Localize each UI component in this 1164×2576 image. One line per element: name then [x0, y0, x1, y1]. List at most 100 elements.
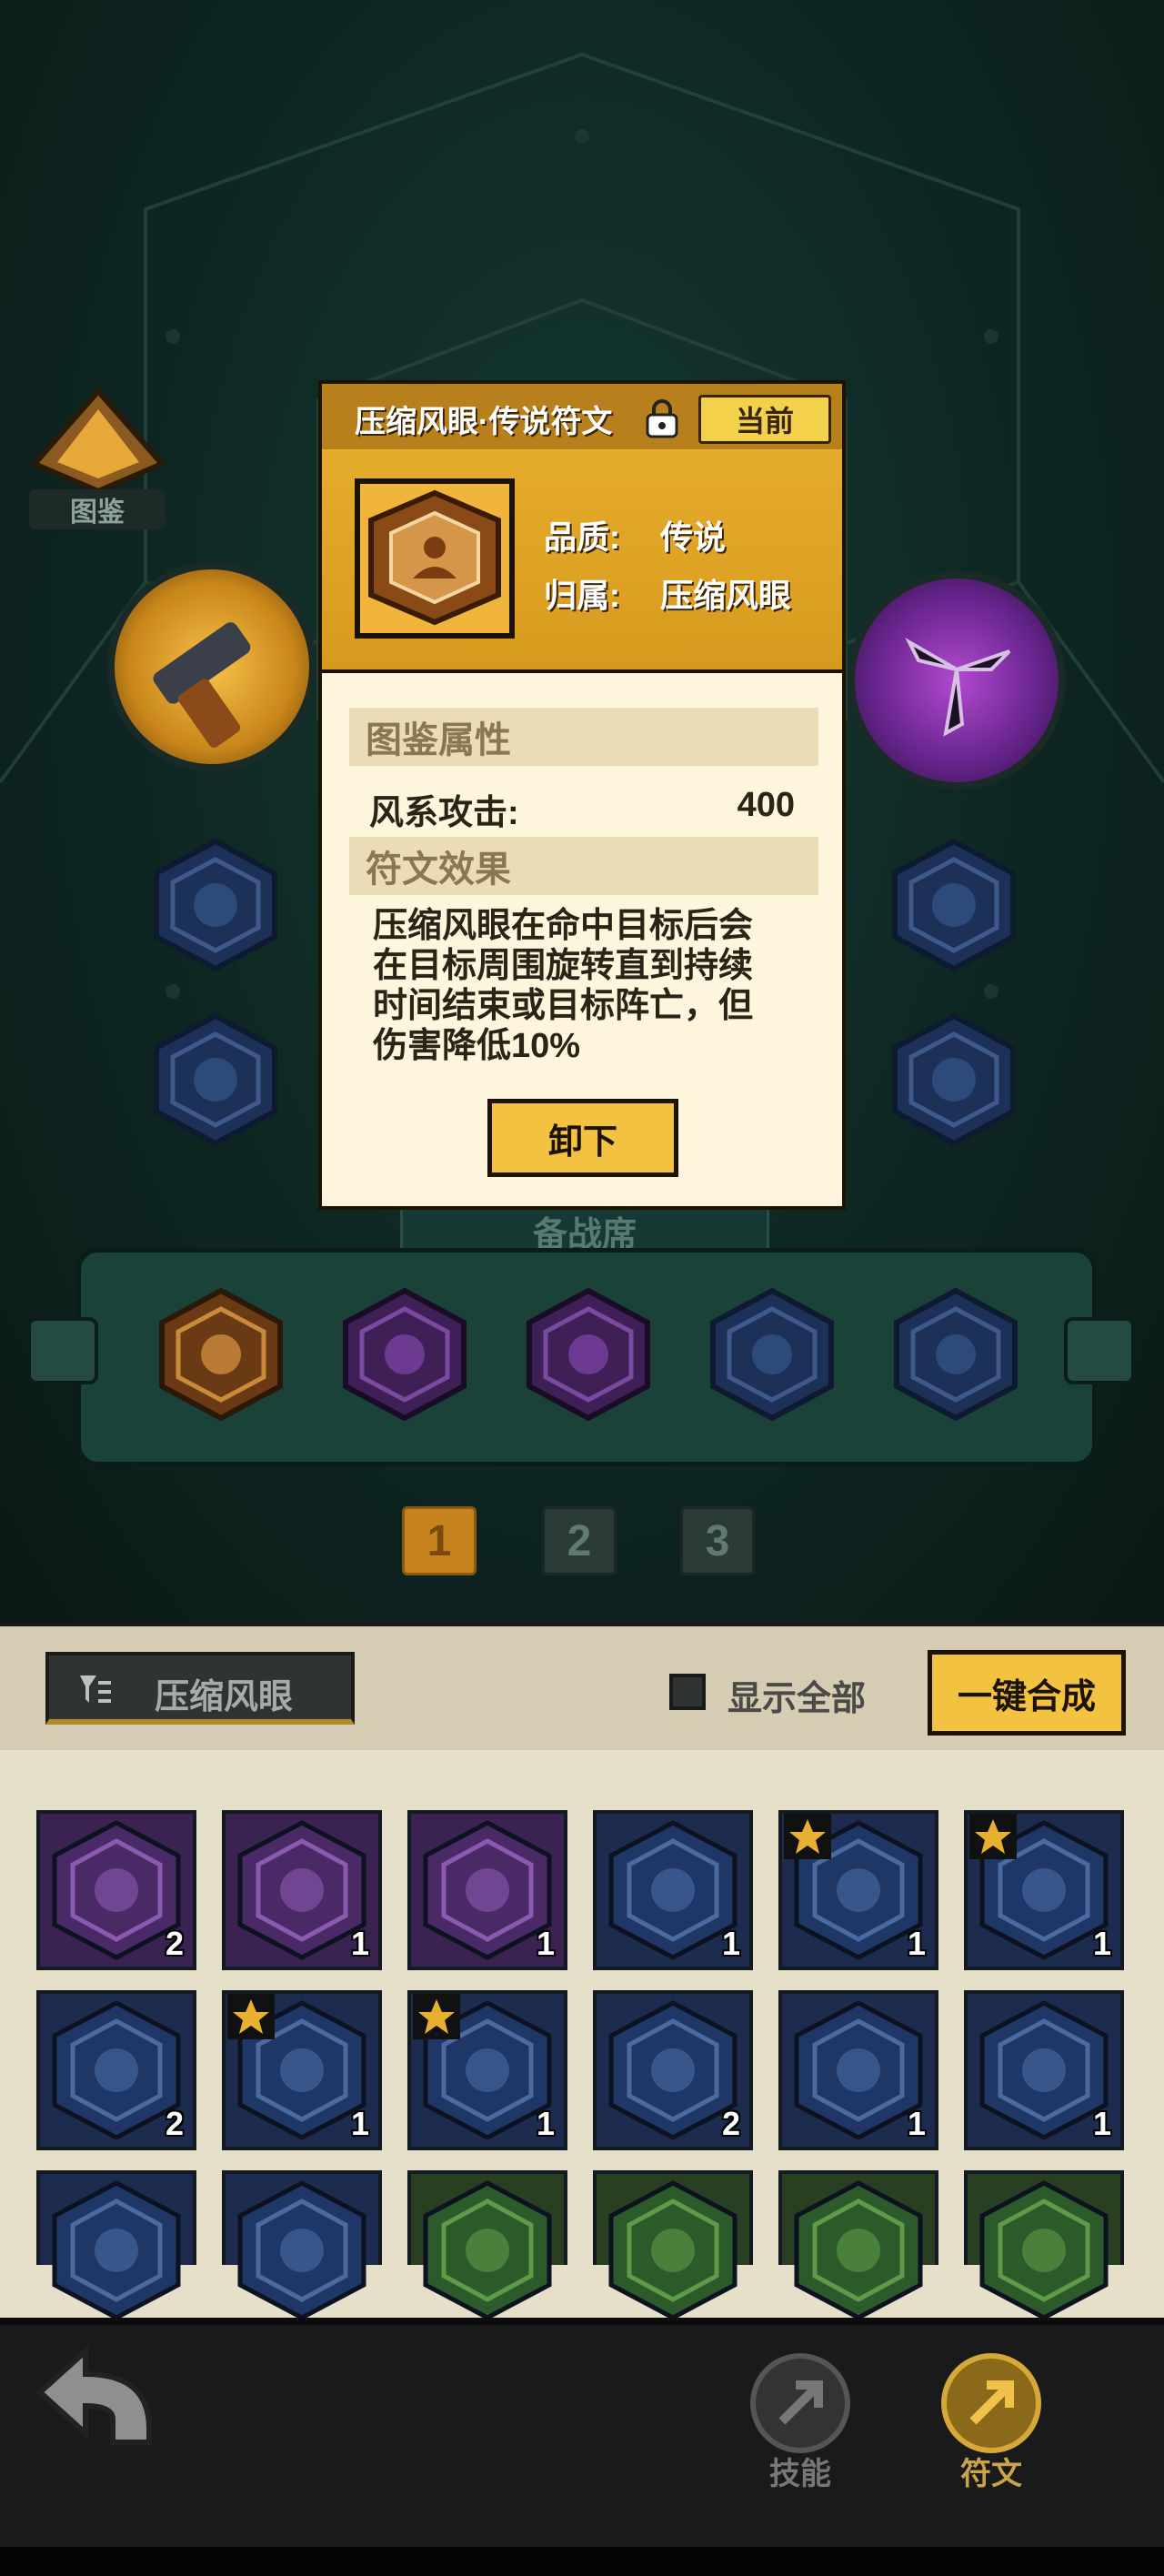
rune-detail-popup: 压缩风眼·传说符文 当前 品质: 传说 归属: 压缩风眼 图鉴属性 风系攻击: …	[318, 380, 846, 1210]
fist-rune-icon	[608, 2180, 738, 2320]
inventory-cell[interactable]: 1	[407, 1990, 567, 2150]
inventory-cell[interactable]: 1	[964, 1990, 1124, 2150]
skills-icon	[750, 2353, 850, 2453]
inventory-cell[interactable]: 2	[36, 1810, 196, 1970]
fist-rune-icon	[710, 1287, 834, 1422]
weapon-slot-right[interactable]	[848, 571, 1066, 790]
effect-line: 压缩风眼在命中目标后会	[373, 907, 754, 945]
rune-socket-left-1[interactable]	[147, 837, 284, 973]
inventory-cell[interactable]: 1	[593, 1810, 753, 1970]
effect-section-title: 符文效果	[349, 837, 818, 895]
runes-icon	[941, 2353, 1041, 2453]
inventory-cell[interactable]: 2	[593, 1990, 753, 2150]
item-count: 1	[350, 1925, 369, 1962]
item-count: 2	[165, 1925, 184, 1962]
inventory-cell[interactable]: 1	[778, 1810, 938, 1970]
show-all-checkbox[interactable]	[669, 1674, 706, 1710]
belongs-value: 压缩风眼	[660, 577, 792, 614]
item-count: 2	[721, 2105, 740, 2142]
lock-icon[interactable]	[642, 398, 682, 438]
inventory-cell[interactable]	[407, 2170, 567, 2320]
tornado-rune-icon	[343, 1287, 467, 1422]
rune-portrait	[355, 478, 515, 639]
gun-icon	[153, 622, 251, 748]
shield-rune-icon	[237, 2180, 366, 2320]
fist-up-rune-icon	[154, 1012, 277, 1147]
fist-rune-icon	[979, 2180, 1109, 2320]
belongs-label: 归属:	[544, 577, 620, 614]
fist-up-rune-icon	[154, 838, 277, 972]
page-button-1[interactable]: 1	[402, 1506, 477, 1575]
effect-line: 在目标周围旋转直到持续	[373, 947, 754, 985]
bench-slot-2[interactable]	[336, 1286, 473, 1423]
bench-connector-left	[27, 1317, 98, 1384]
inventory-cell[interactable]: 1	[778, 1990, 938, 2150]
attr-section-title: 图鉴属性	[349, 708, 818, 766]
item-count: 1	[536, 2105, 555, 2142]
fist-rune-icon	[52, 2180, 181, 2320]
skills-label: 技能	[769, 2457, 831, 2491]
meditate-rune-icon	[159, 1287, 283, 1422]
fist-up-rune-icon	[892, 838, 1016, 972]
vortex-rune-icon	[527, 1287, 650, 1422]
filter-dropdown[interactable]: 压缩风眼	[45, 1652, 355, 1725]
star-icon	[227, 1994, 275, 2039]
fist-ring-rune-icon	[892, 1012, 1016, 1147]
inventory-cell[interactable]: 1	[964, 1810, 1124, 1970]
meditate-rune-icon	[368, 489, 501, 626]
blade-icon	[905, 637, 1011, 737]
star-icon	[413, 1994, 460, 2039]
fist-rune-icon	[794, 2180, 923, 2320]
effect-line: 时间结束或目标阵亡，但	[373, 987, 754, 1025]
item-count: 1	[536, 1925, 555, 1962]
nav-runes[interactable]: 符文	[937, 2349, 1046, 2494]
bench-connector-right	[1064, 1317, 1135, 1384]
popup-body: 图鉴属性 风系攻击: 400 符文效果 压缩风眼在命中目标后会 在目标周围旋转直…	[318, 673, 846, 1210]
inventory-cell[interactable]	[222, 2170, 382, 2320]
filter-label: 压缩风眼	[155, 1678, 294, 1716]
effect-description: 压缩风眼在命中目标后会 在目标周围旋转直到持续 时间结束或目标阵亡，但 伤害降低…	[373, 906, 828, 1066]
bench-slot-3[interactable]	[520, 1286, 657, 1423]
rune-socket-right-1[interactable]	[886, 837, 1022, 973]
runes-label: 符文	[960, 2457, 1022, 2491]
current-badge: 当前	[698, 395, 831, 444]
bench-slot-5[interactable]	[888, 1286, 1024, 1423]
quality-label: 品质:	[544, 518, 620, 556]
merge-all-button[interactable]: 一键合成	[928, 1650, 1126, 1736]
inventory-cell[interactable]: 1	[222, 1990, 382, 2150]
inventory-cell[interactable]: 1	[222, 1810, 382, 1970]
page-button-2[interactable]: 2	[542, 1506, 617, 1575]
atlas-icon	[30, 387, 166, 495]
item-count: 1	[907, 2105, 926, 2142]
bottom-nav: 技能 符文	[0, 2318, 1164, 2547]
atlas-button[interactable]: 图鉴	[25, 382, 171, 537]
item-count: 1	[1092, 1925, 1111, 1962]
inventory-cell[interactable]: 2	[36, 1990, 196, 2150]
bench-slot-1[interactable]	[153, 1286, 289, 1423]
attr-name: 风系攻击:	[369, 794, 519, 832]
item-count: 1	[721, 1925, 740, 1962]
popup-header: 压缩风眼·传说符文 当前 品质: 传说 归属: 压缩风眼	[318, 380, 846, 673]
popup-title: 压缩风眼·传说符文	[355, 405, 613, 439]
weapon-slot-left[interactable]	[107, 562, 316, 771]
inventory-cell[interactable]	[964, 2170, 1124, 2320]
item-count: 1	[907, 1925, 926, 1962]
rune-socket-left-2[interactable]	[147, 1011, 284, 1148]
attr-value: 400	[737, 786, 795, 824]
unequip-button[interactable]: 卸下	[487, 1099, 678, 1177]
back-arrow-icon[interactable]	[22, 2338, 167, 2456]
inventory-cell[interactable]	[593, 2170, 753, 2320]
page-button-3[interactable]: 3	[680, 1506, 755, 1575]
quality-value: 传说	[660, 518, 727, 556]
inventory-cell[interactable]	[778, 2170, 938, 2320]
system-bar	[0, 2547, 1164, 2576]
star-icon	[969, 1814, 1017, 1859]
atlas-label: 图鉴	[29, 489, 166, 529]
nav-skills[interactable]: 技能	[746, 2349, 855, 2494]
show-all-label: 显示全部	[728, 1680, 867, 1718]
inventory-cell[interactable]	[36, 2170, 196, 2320]
bench-slot-4[interactable]	[704, 1286, 840, 1423]
inventory-cell[interactable]: 1	[407, 1810, 567, 1970]
rune-socket-right-2[interactable]	[886, 1011, 1022, 1148]
item-count: 2	[165, 2105, 184, 2142]
